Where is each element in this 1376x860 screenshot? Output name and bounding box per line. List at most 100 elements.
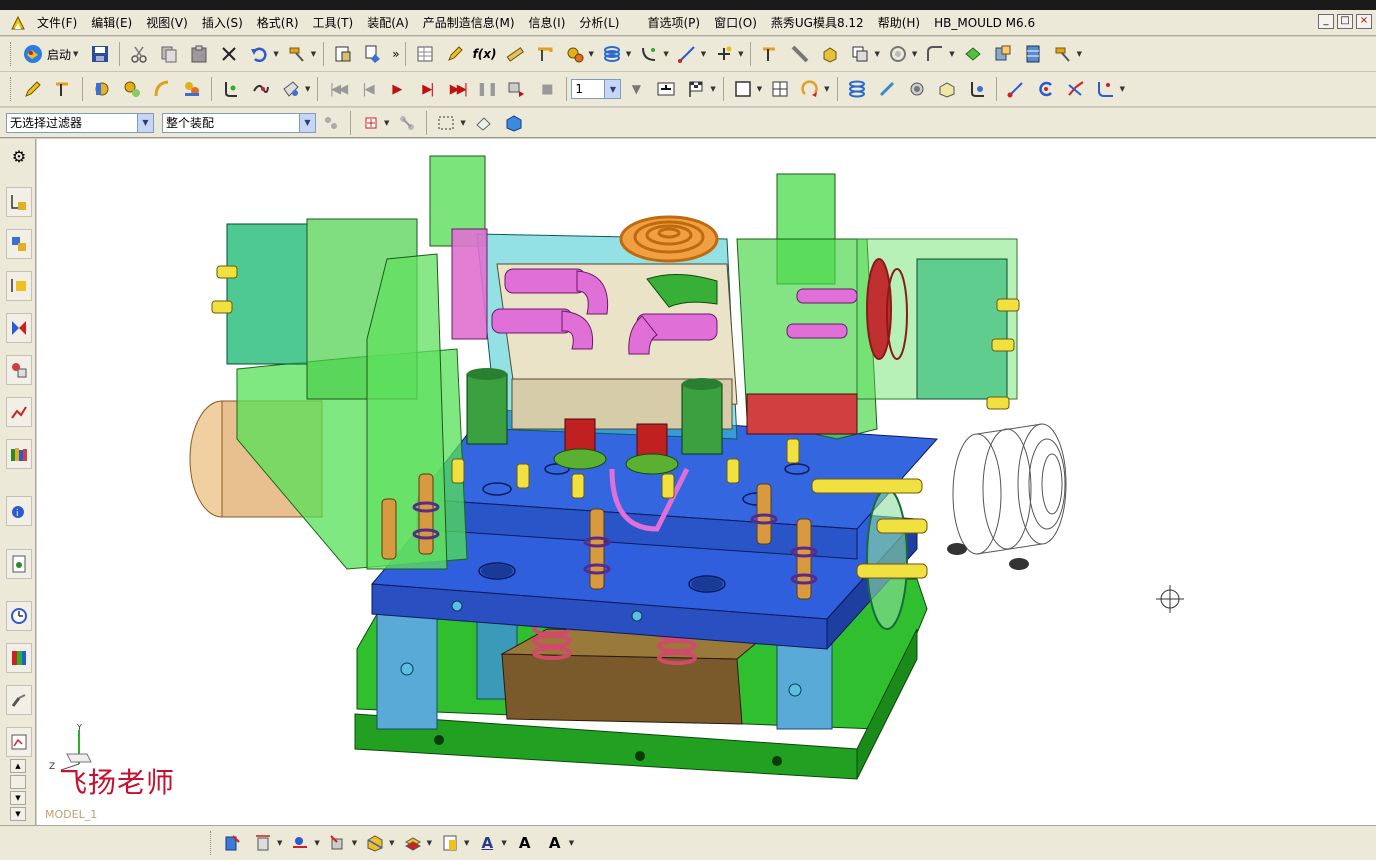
close-button[interactable]: × xyxy=(1356,14,1372,29)
menu-insert[interactable]: 插入(S) xyxy=(195,12,250,34)
cut-button[interactable] xyxy=(126,41,152,67)
menu-file[interactable]: 文件(F) xyxy=(30,12,84,34)
graphics-window[interactable]: Y Z 飞扬老师 MODEL_1 xyxy=(37,139,1376,825)
clock-tab[interactable] xyxy=(6,601,32,631)
arc-button[interactable] xyxy=(1033,76,1059,102)
section-button[interactable] xyxy=(325,830,351,856)
spreadsheet-button[interactable] xyxy=(412,41,438,67)
helix-button[interactable] xyxy=(844,76,870,102)
chevron-down-icon[interactable]: ▼ xyxy=(299,113,315,132)
assembly-constraints-button[interactable] xyxy=(89,76,115,102)
part-info-button[interactable] xyxy=(360,41,386,67)
gear-settings-button[interactable] xyxy=(119,76,145,102)
selection-filter-select[interactable]: 无选择过滤器 ▼ xyxy=(6,112,154,133)
annotation-button[interactable] xyxy=(220,830,246,856)
layer-settings-button[interactable] xyxy=(400,830,426,856)
sketch-constraint-button[interactable] xyxy=(964,76,990,102)
offset-face-button[interactable] xyxy=(960,41,986,67)
hd3d-tools-tab[interactable] xyxy=(6,355,32,385)
table-button[interactable] xyxy=(1020,41,1046,67)
filter-settings-button[interactable] xyxy=(318,110,344,136)
menu-analysis[interactable]: 分析(L) xyxy=(572,12,626,34)
roles-tab[interactable] xyxy=(6,643,32,673)
text-style-button[interactable]: A xyxy=(474,830,500,856)
menu-format[interactable]: 格式(R) xyxy=(250,12,306,34)
datum-csys-button[interactable] xyxy=(757,41,783,67)
boolean-button[interactable] xyxy=(847,41,873,67)
chevron-down-icon[interactable]: ▼ xyxy=(604,80,621,98)
menu-edit[interactable]: 编辑(E) xyxy=(84,12,139,34)
menu-yanxiu[interactable]: 燕秀UG模具8.12 xyxy=(764,12,871,34)
datum-plane-button[interactable] xyxy=(50,76,76,102)
snap-point-button[interactable] xyxy=(357,110,383,136)
fast-forward-button[interactable]: ▶▶| xyxy=(444,76,470,102)
menu-info[interactable]: 信息(I) xyxy=(522,12,573,34)
command-finder-button[interactable] xyxy=(284,41,310,67)
play-button[interactable]: ▶ xyxy=(384,76,410,102)
dimension-button[interactable] xyxy=(250,830,276,856)
document-button[interactable] xyxy=(437,830,463,856)
fillet-button[interactable] xyxy=(1093,76,1119,102)
rectangle-select-button[interactable] xyxy=(433,110,459,136)
copy-button[interactable] xyxy=(156,41,182,67)
eraser-button[interactable] xyxy=(471,110,497,136)
process-studio-tab[interactable] xyxy=(6,549,32,579)
menu-assembly[interactable]: 装配(A) xyxy=(360,12,416,34)
menu-tools[interactable]: 工具(T) xyxy=(306,12,361,34)
settings-tab[interactable]: ⚙ xyxy=(6,141,32,171)
assembly-navigator-tab[interactable] xyxy=(6,187,32,217)
text-size-button[interactable]: A xyxy=(542,830,568,856)
part-family-button[interactable] xyxy=(990,41,1016,67)
history-tab[interactable] xyxy=(6,439,32,469)
constraint-navigator-tab[interactable] xyxy=(6,229,32,259)
view-orient-button[interactable] xyxy=(362,830,388,856)
assembly-navigator-button[interactable] xyxy=(330,41,356,67)
pause-button[interactable]: ❚❚ xyxy=(474,76,500,102)
pencil-tool-button[interactable] xyxy=(20,76,46,102)
orient-button[interactable] xyxy=(797,76,823,102)
finish-flag-button[interactable] xyxy=(683,76,709,102)
scroll-mid-button[interactable] xyxy=(10,775,26,789)
expression-button[interactable]: f(x) xyxy=(472,41,498,67)
pmi-button[interactable] xyxy=(287,830,313,856)
display-mode-button[interactable] xyxy=(730,76,756,102)
sketch-tool-button[interactable] xyxy=(442,41,468,67)
menu-window[interactable]: 窗口(O) xyxy=(707,12,764,34)
step-combo[interactable]: 1 ▼ xyxy=(571,79,622,99)
route-button[interactable] xyxy=(248,76,274,102)
undo-button[interactable] xyxy=(246,41,272,67)
point-button[interactable] xyxy=(711,41,737,67)
ruler-tool-button[interactable] xyxy=(787,41,813,67)
drafting-tab[interactable] xyxy=(6,727,32,757)
save-button[interactable] xyxy=(87,41,113,67)
revolve-button[interactable] xyxy=(885,41,911,67)
stop-button[interactable]: ■ xyxy=(534,76,560,102)
restore-button[interactable]: □ xyxy=(1337,14,1353,29)
menu-pmi[interactable]: 产品制造信息(M) xyxy=(416,12,522,34)
menu-preferences[interactable]: 首选项(P) xyxy=(640,12,707,34)
component-array-button[interactable] xyxy=(179,76,205,102)
scroll-end-button[interactable]: ▼ xyxy=(10,807,26,821)
paste-button[interactable] xyxy=(186,41,212,67)
menu-hbmould[interactable]: HB_MOULD M6.6 xyxy=(927,12,1042,34)
gear-tool-button[interactable] xyxy=(562,41,588,67)
snap-button[interactable] xyxy=(653,76,679,102)
measure-button[interactable] xyxy=(502,41,528,67)
menu-view[interactable]: 视图(V) xyxy=(139,12,195,34)
minimize-button[interactable]: _ xyxy=(1318,14,1334,29)
manufacturing-tab[interactable] xyxy=(6,685,32,715)
datum-button[interactable] xyxy=(532,41,558,67)
line-button[interactable] xyxy=(674,41,700,67)
block-button[interactable] xyxy=(817,41,843,67)
edge-blend-button[interactable] xyxy=(922,41,948,67)
chevron-down-icon[interactable]: ▼ xyxy=(137,113,153,132)
constraint-button[interactable] xyxy=(218,76,244,102)
cylinder-button[interactable] xyxy=(904,76,930,102)
rewind-button[interactable]: |◀◀ xyxy=(324,76,350,102)
step-back-button[interactable]: |◀ xyxy=(354,76,380,102)
step-forward-button[interactable]: ▶| xyxy=(414,76,440,102)
reuse-library-tab[interactable] xyxy=(6,313,32,343)
mould-assembly-model[interactable] xyxy=(37,139,1376,825)
selection-scope-select[interactable]: 整个装配 ▼ xyxy=(162,112,316,133)
layer-button[interactable] xyxy=(767,76,793,102)
